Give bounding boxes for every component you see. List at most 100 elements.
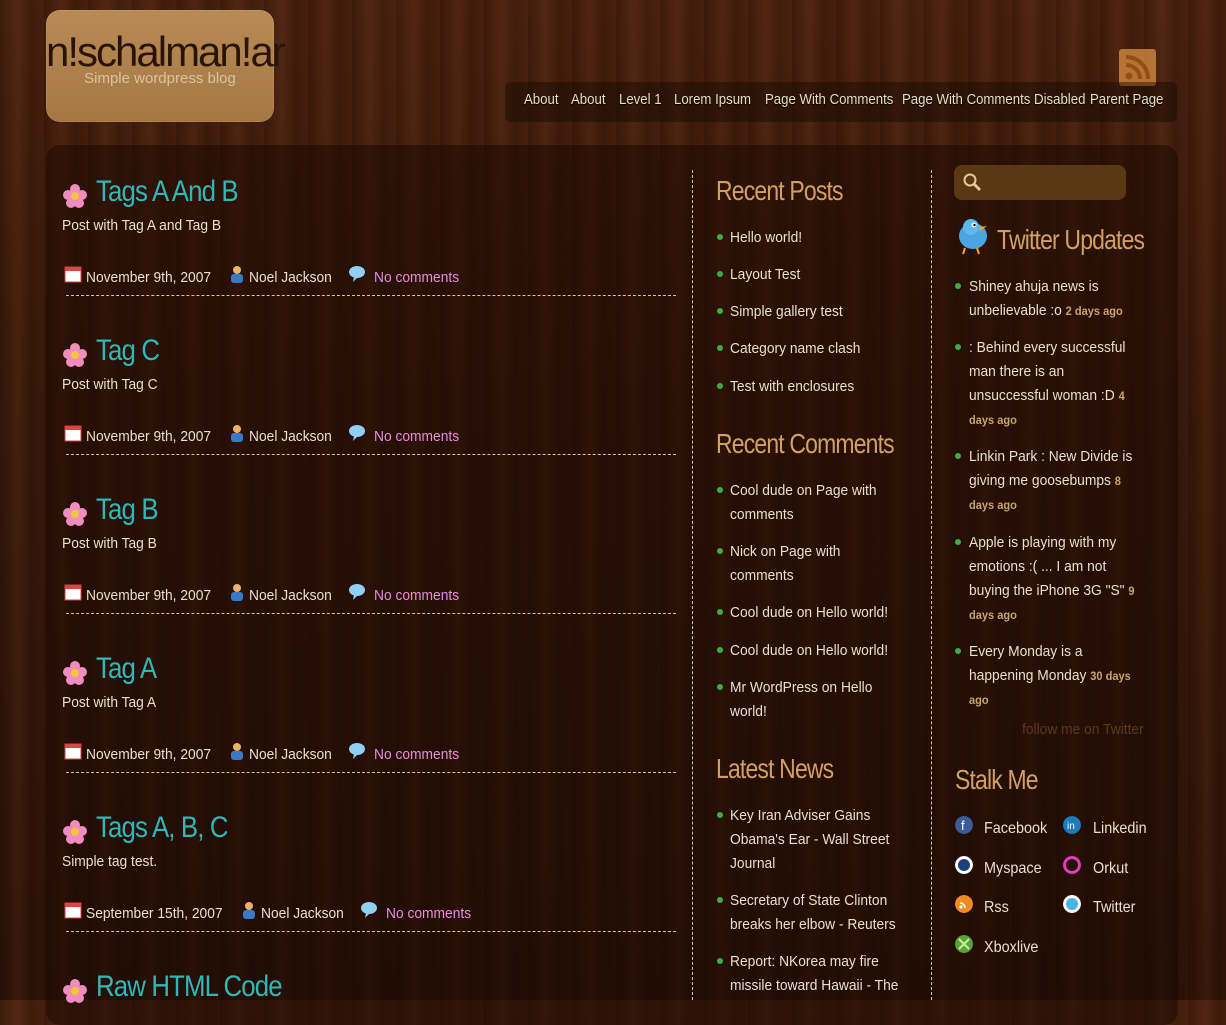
news-link-line[interactable]: Journal (730, 852, 775, 876)
news-link-line[interactable]: missile toward Hawaii - The (730, 974, 898, 998)
post-title[interactable]: Tag B (96, 493, 159, 527)
post-comments-link[interactable]: No comments (374, 269, 459, 286)
post-separator (66, 295, 676, 296)
bullet-icon (955, 344, 961, 350)
post-author[interactable]: Noel Jackson (249, 428, 332, 445)
recent-comment-line[interactable]: Cool dude on Hello world! (730, 639, 888, 663)
tweet: Linkin Park : New Divide is giving me go… (969, 445, 1135, 517)
tweet-text: : Behind every successful man there is a… (969, 339, 1126, 404)
nav-page-with-comments[interactable]: Page With Comments (765, 91, 893, 108)
post-separator (66, 454, 676, 455)
post-excerpt: Post with Tag B (62, 535, 157, 552)
recent-comment-line[interactable]: Mr WordPress on Hello (730, 676, 872, 700)
post-title[interactable]: Tags A And B (96, 175, 239, 209)
orkut-icon (1063, 856, 1081, 874)
flower-icon (63, 343, 87, 367)
recent-comments-title: Recent Comments (716, 428, 895, 459)
recent-posts-title: Recent Posts (716, 175, 844, 206)
tweet-text: Every Monday is a happening Monday (969, 643, 1087, 684)
flower-icon (63, 979, 87, 1003)
nav-about-2[interactable]: About (571, 91, 605, 108)
stalk-orkut-link[interactable]: Orkut (1093, 860, 1128, 878)
recent-comment-line[interactable]: Nick on Page with (730, 540, 840, 564)
stalk-twitter-link[interactable]: Twitter (1093, 899, 1135, 917)
post-excerpt: Post with Tag C (62, 376, 158, 393)
bullet-icon (717, 383, 723, 389)
calendar-icon (64, 266, 82, 283)
post-title[interactable]: Tag A (96, 652, 157, 686)
post-title[interactable]: Tag C (96, 334, 160, 368)
recent-comment-line[interactable]: comments (730, 564, 794, 588)
news-link-line[interactable]: breaks her elbow - Reuters (730, 913, 896, 937)
stalk-myspace-link[interactable]: Myspace (984, 860, 1042, 878)
post-date: September 15th, 2007 (86, 905, 223, 922)
stalk-rss-link[interactable]: Rss (984, 899, 1009, 917)
recent-comment-line[interactable]: comments (730, 503, 794, 527)
recent-post-link[interactable]: Simple gallery test (730, 300, 843, 324)
post-separator (66, 613, 676, 614)
tweet-text: Apple is playing with my emotions :( ...… (969, 534, 1125, 599)
post-separator (66, 931, 676, 932)
nav-parent-page[interactable]: Parent Page (1090, 91, 1163, 108)
twitter-updates-title: Twitter Updates (997, 224, 1145, 255)
site-title[interactable]: n!schalman!ar (46, 30, 286, 74)
follow-twitter-link[interactable]: follow me on Twitter (1022, 721, 1144, 738)
nav-lorem-ipsum[interactable]: Lorem Ipsum (674, 91, 751, 108)
post-author[interactable]: Noel Jackson (249, 269, 332, 286)
bullet-icon (717, 897, 723, 903)
bullet-icon (717, 345, 723, 351)
news-link-line[interactable]: Secretary of State Clinton (730, 889, 887, 913)
tweet-time[interactable]: 2 days ago (1066, 304, 1123, 318)
stalk-facebook-link[interactable]: Facebook (984, 820, 1047, 838)
twitter-icon (1063, 895, 1081, 913)
nav-page-with-comments-disabled[interactable]: Page With Comments Disabled (902, 91, 1085, 108)
flower-icon (63, 502, 87, 526)
post-meta: November 9th, 2007 Noel Jackson No comme… (62, 263, 678, 289)
nav-about-1[interactable]: About (524, 91, 558, 108)
post-date: November 9th, 2007 (86, 587, 212, 604)
post-meta: November 9th, 2007 Noel Jackson No comme… (62, 740, 678, 766)
news-link-line[interactable]: Report: NKorea may fire (730, 950, 879, 974)
nav-level-1[interactable]: Level 1 (619, 91, 662, 108)
stalk-me-title: Stalk Me (955, 764, 1039, 795)
recent-comment-line[interactable]: world! (730, 700, 767, 724)
news-link-line[interactable]: Obama's Ear - Wall Street (730, 828, 889, 852)
post-comments-link[interactable]: No comments (374, 587, 459, 604)
post-comments-link[interactable]: No comments (386, 905, 471, 922)
post-date: November 9th, 2007 (86, 428, 212, 445)
facebook-icon: f (955, 816, 973, 834)
author-icon (243, 902, 255, 919)
tweet: : Behind every successful man there is a… (969, 336, 1135, 432)
bullet-icon (717, 487, 723, 493)
post-comments-link[interactable]: No comments (374, 428, 459, 445)
post-author[interactable]: Noel Jackson (249, 587, 332, 604)
stalk-xboxlive-link[interactable]: Xboxlive (984, 939, 1038, 957)
recent-comment-line[interactable]: Cool dude on Page with (730, 479, 877, 503)
post-excerpt: Post with Tag A (62, 694, 157, 711)
bullet-icon (717, 958, 723, 964)
post-title[interactable]: Raw HTML Code (96, 970, 283, 1004)
post-author[interactable]: Noel Jackson (249, 746, 332, 763)
author-icon (231, 425, 243, 442)
rss-feed-icon[interactable] (1119, 49, 1156, 86)
recent-post-link[interactable]: Hello world! (730, 226, 802, 250)
stalk-linkedin-link[interactable]: Linkedin (1093, 820, 1147, 838)
flower-icon (63, 661, 87, 685)
bullet-icon (955, 648, 961, 654)
post-author[interactable]: Noel Jackson (261, 905, 344, 922)
site-logo[interactable]: n!schalman!ar Simple wordpress blog (46, 10, 286, 122)
calendar-icon (64, 902, 82, 919)
search-icon (963, 173, 982, 192)
recent-post-link[interactable]: Test with enclosures (730, 375, 854, 399)
search-input[interactable] (954, 165, 1126, 200)
comment-bubble-icon (349, 584, 365, 600)
recent-post-link[interactable]: Category name clash (730, 337, 860, 361)
calendar-icon (64, 743, 82, 760)
post-title[interactable]: Tags A, B, C (96, 811, 229, 845)
post-separator (66, 772, 676, 773)
post-comments-link[interactable]: No comments (374, 746, 459, 763)
news-link-line[interactable]: Key Iran Adviser Gains (730, 804, 870, 828)
recent-comment-line[interactable]: Cool dude on Hello world! (730, 601, 888, 625)
recent-post-link[interactable]: Layout Test (730, 263, 800, 287)
bullet-icon (955, 539, 961, 545)
